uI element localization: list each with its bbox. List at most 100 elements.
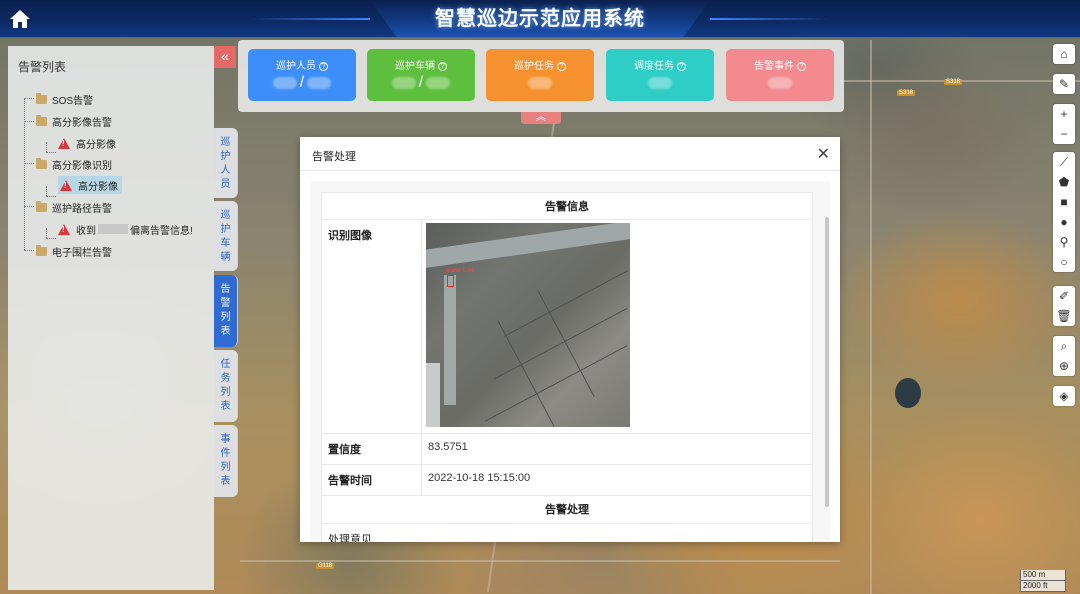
tree-item-label: 高分影像告警 (52, 117, 112, 129)
tree-connector (24, 121, 34, 122)
collapse-panel-button[interactable]: « (214, 46, 236, 68)
draw-polygon-button[interactable]: ⬟ (1053, 172, 1075, 192)
stat-label: 巡护任务? (486, 57, 594, 72)
tree-item-route-alert[interactable]: 巡护路径告警 (36, 198, 112, 216)
tree-item-geofence[interactable]: 电子围栏告警 (36, 242, 112, 260)
redacted-value (307, 76, 332, 89)
toolbar-group-layers: ◈ (1053, 386, 1075, 406)
delete-layers-button[interactable]: 🗑 (1053, 306, 1075, 326)
tree-connector (46, 186, 47, 196)
stat-card-patrol-vehicles[interactable]: 巡护车辆? / (367, 49, 475, 101)
search-button[interactable]: ⌕ (1053, 336, 1075, 356)
redacted-value (768, 76, 792, 89)
edit-layers-button[interactable]: ✐ (1053, 286, 1075, 306)
draw-circle-button[interactable]: ● (1053, 212, 1075, 232)
tab-char: 护 (220, 151, 231, 162)
redacted-value (528, 76, 552, 89)
tree-item-label: 高分影像 (78, 181, 118, 193)
stat-card-alert-events[interactable]: 告警事件? (726, 49, 834, 101)
zoom-out-button[interactable]: − (1053, 124, 1075, 144)
plus-icon: + (1060, 107, 1068, 121)
layers-button[interactable]: ◈ (1053, 386, 1075, 406)
redacted-value (272, 76, 297, 89)
tab-char: 任 (220, 359, 231, 370)
stat-value (606, 74, 714, 92)
row-alert-time: 告警时间 2022-10-18 15:15:00 (321, 465, 813, 496)
tree-item-label: 收到 (76, 225, 96, 237)
tab-char: 辆 (220, 252, 231, 263)
row-handling-opinion: 处理意见 (321, 524, 813, 542)
tree-connector (24, 206, 34, 207)
scale-metric: 500 m (1020, 570, 1066, 581)
tab-patrol-vehicles[interactable]: 巡 护 车 辆 (214, 201, 238, 271)
tree-item-image-selected[interactable]: 高分影像 (58, 176, 122, 194)
alert-list-panel: 告警列表 SOS告警 高分影像告警 高分影像 高分影像识别 (8, 46, 214, 590)
map-road-label: G118 (316, 563, 335, 569)
tab-char: 事 (220, 434, 231, 445)
tree-item-image[interactable]: 高分影像 (58, 134, 116, 152)
close-icon[interactable]: ✕ (817, 144, 830, 164)
stats-panel: 巡护人员? / 巡护车辆? / 巡护任务? 调度任务? 告警事件? (238, 40, 844, 112)
app-header: 智慧巡边示范应用系统 (0, 0, 1080, 38)
tab-char: 列 (220, 387, 231, 398)
tab-event-list[interactable]: 事 件 列 表 (214, 425, 238, 497)
locate-button[interactable]: ⊕ (1053, 356, 1075, 376)
tree-item-label: 偏离告警信息! (130, 225, 193, 237)
tab-char: 务 (220, 373, 231, 384)
field-value: 2022-10-18 15:15:00 (428, 472, 531, 484)
redacted-text (98, 224, 128, 234)
tab-char: 员 (220, 179, 231, 190)
tab-char: 列 (220, 462, 231, 473)
field-boundary (497, 320, 555, 427)
map-home-button[interactable]: ⌂ (1053, 44, 1075, 64)
row-recognition-image: 识别图像 plane 0.84 (321, 220, 813, 434)
redacted-value (648, 76, 672, 89)
field-value: 83.5751 (428, 441, 468, 453)
dialog-scrollbar[interactable] (825, 217, 829, 507)
tree-connector (46, 142, 47, 152)
tree-item-image-recognition[interactable]: 高分影像识别 (36, 155, 112, 173)
toolbar-group-zoom: + − (1053, 104, 1075, 144)
alert-info-table: 告警信息 识别图像 plane 0.84 置信度 83.5751 告警时间 20… (321, 192, 813, 542)
double-chevron-left-icon: « (221, 48, 229, 64)
help-icon[interactable]: ? (677, 62, 686, 71)
draw-circle-marker-button[interactable]: ○ (1053, 252, 1075, 272)
draw-marker-button[interactable]: ⚲ (1053, 232, 1075, 252)
help-icon[interactable]: ? (557, 62, 566, 71)
tab-char: 车 (220, 238, 231, 249)
stat-value (726, 74, 834, 92)
help-icon[interactable]: ? (438, 62, 447, 71)
tree-item-image-alert[interactable]: 高分影像告警 (36, 112, 112, 130)
expand-stats-button[interactable]: ︽ (521, 112, 561, 124)
ruler-icon: ✎ (1058, 77, 1070, 91)
detection-box (447, 275, 454, 287)
folder-icon (36, 157, 47, 169)
tree-item-route-deviation[interactable]: 收到 偏离告警信息! (58, 220, 193, 238)
tab-alert-list[interactable]: 告 警 列 表 (214, 275, 238, 347)
home-button[interactable] (8, 7, 32, 31)
stat-card-patrol-tasks[interactable]: 巡护任务? (486, 49, 594, 101)
home-icon (10, 10, 30, 28)
tree-item-sos[interactable]: SOS告警 (36, 90, 93, 108)
tab-patrol-personnel[interactable]: 巡 护 人 员 (214, 128, 238, 198)
draw-line-button[interactable]: ⟋ (1053, 152, 1075, 172)
stat-card-dispatch-tasks[interactable]: 调度任务? (606, 49, 714, 101)
draw-rectangle-button[interactable]: ■ (1053, 192, 1075, 212)
tab-task-list[interactable]: 任 务 列 表 (214, 350, 238, 422)
tab-char: 人 (220, 165, 231, 176)
section-heading-alert-info: 告警信息 (321, 192, 813, 220)
recognition-image[interactable]: plane 0.84 (426, 223, 630, 427)
warning-icon (58, 223, 70, 235)
folder-icon (36, 200, 47, 212)
warning-icon (60, 179, 72, 191)
detection-label: plane 0.84 (446, 268, 475, 274)
stat-card-patrol-personnel[interactable]: 巡护人员? / (248, 49, 356, 101)
tree-item-label: 高分影像识别 (52, 160, 112, 172)
redacted-value (426, 76, 451, 89)
zoom-in-button[interactable]: + (1053, 104, 1075, 124)
help-icon[interactable]: ? (797, 62, 806, 71)
measure-button[interactable]: ✎ (1053, 74, 1075, 94)
field-boundary (485, 345, 627, 422)
folder-icon (36, 92, 47, 104)
help-icon[interactable]: ? (319, 62, 328, 71)
